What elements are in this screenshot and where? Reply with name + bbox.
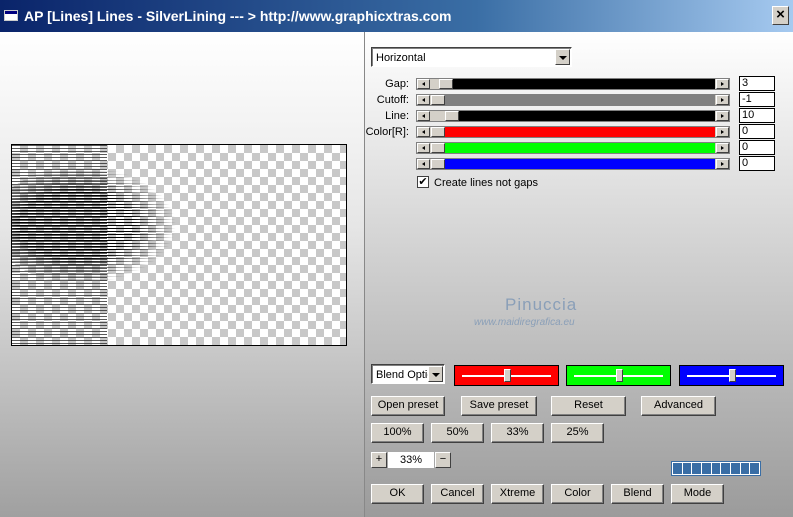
chevron-down-icon[interactable] [428,366,443,382]
window-title: AP [Lines] Lines - SilverLining --- > ht… [24,8,452,24]
slider-thumb[interactable] [431,143,445,153]
zoom-33-button[interactable]: 33% [491,423,544,443]
orientation-value: Horizontal [376,52,426,64]
slider-right-arrow-icon[interactable] [716,127,729,137]
title-bar: AP [Lines] Lines - SilverLining --- > ht… [0,0,793,32]
slider-label-color-r: Color[R]: [365,126,409,138]
green-color-box[interactable] [566,365,671,386]
line-slider[interactable] [416,110,730,122]
blend-options-value: Blend Optio [376,369,434,381]
blue-slider[interactable] [416,158,730,170]
create-lines-label: Create lines not gaps [434,177,538,189]
progress-segment [721,463,731,474]
slider-thumb[interactable] [431,127,445,137]
zoom-50-button[interactable]: 50% [431,423,484,443]
cutoff-slider[interactable] [416,94,730,106]
slider-fill [445,127,715,137]
slider-right-arrow-icon[interactable] [716,111,729,121]
color-button[interactable]: Color [551,484,604,504]
color-box-knob[interactable] [504,369,511,382]
color-box-knob[interactable] [616,369,623,382]
zoom-out-button[interactable]: − [435,452,451,468]
gap-value[interactable]: 3 [739,76,775,91]
slider-right-arrow-icon[interactable] [716,79,729,89]
ok-button[interactable]: OK [371,484,424,504]
create-lines-checkbox[interactable]: ✔ [417,176,429,188]
close-button[interactable]: × [772,6,789,25]
save-preset-button[interactable]: Save preset [461,396,537,416]
blend-options-select[interactable]: Blend Optio [371,364,445,384]
slider-right-arrow-icon[interactable] [716,143,729,153]
zoom-25-button[interactable]: 25% [551,423,604,443]
progress-segment [711,463,721,474]
xtreme-button[interactable]: Xtreme [491,484,544,504]
slider-thumb[interactable] [431,159,445,169]
watermark-site: www.maidiregrafica.eu [474,317,575,328]
slider-track[interactable] [431,111,715,121]
advanced-button[interactable]: Advanced [641,396,716,416]
slider-fill [459,111,715,121]
zoom-value[interactable]: 33% [388,452,434,468]
slider-left-arrow-icon[interactable] [417,159,430,169]
slider-fill [453,79,715,89]
zoom-in-button[interactable]: + [371,452,387,468]
red-color-box[interactable] [454,365,559,386]
slider-left-arrow-icon[interactable] [417,95,430,105]
reset-button[interactable]: Reset [551,396,626,416]
progress-segment [682,463,692,474]
slider-fill [445,95,715,105]
watermark-name: Pinuccia [505,295,578,314]
progress-segment [750,463,760,474]
green-slider[interactable] [416,142,730,154]
slider-track[interactable] [431,143,715,153]
zoom-100-button[interactable]: 100% [371,423,424,443]
cutoff-value[interactable]: -1 [739,92,775,107]
slider-fill [445,143,715,153]
progress-segment [673,463,682,474]
red-value[interactable]: 0 [739,124,775,139]
progress-segment [740,463,750,474]
slider-label-gap: Gap: [385,78,409,90]
slider-track[interactable] [431,79,715,89]
cancel-button[interactable]: Cancel [431,484,484,504]
slider-left-arrow-icon[interactable] [417,143,430,153]
progress-indicator [671,461,761,476]
preview-canvas[interactable] [11,144,347,346]
slider-track[interactable] [431,159,715,169]
slider-label-line: Line: [385,110,409,122]
blue-color-box[interactable] [679,365,784,386]
preview-sphere [12,165,177,285]
slider-thumb[interactable] [445,111,459,121]
line-value[interactable]: 10 [739,108,775,123]
progress-segment [692,463,702,474]
orientation-select[interactable]: Horizontal [371,47,572,67]
slider-label-cutoff: Cutoff: [376,94,409,106]
progress-segment [702,463,711,474]
open-preset-button[interactable]: Open preset [371,396,445,416]
window-icon[interactable] [4,10,18,21]
blend-button[interactable]: Blend [611,484,664,504]
slider-thumb[interactable] [439,79,453,89]
slider-fill [445,159,715,169]
red-slider[interactable] [416,126,730,138]
slider-track[interactable] [431,127,715,137]
slider-right-arrow-icon[interactable] [716,159,729,169]
green-value[interactable]: 0 [739,140,775,155]
slider-right-arrow-icon[interactable] [716,95,729,105]
color-box-knob[interactable] [729,369,736,382]
slider-track[interactable] [431,95,715,105]
blue-value[interactable]: 0 [739,156,775,171]
slider-left-arrow-icon[interactable] [417,111,430,121]
chevron-down-icon[interactable] [555,49,570,65]
slider-thumb[interactable] [431,95,445,105]
gap-slider[interactable] [416,78,730,90]
slider-left-arrow-icon[interactable] [417,127,430,137]
mode-button[interactable]: Mode [671,484,724,504]
close-icon: × [776,6,785,23]
slider-left-arrow-icon[interactable] [417,79,430,89]
progress-segment [731,463,740,474]
